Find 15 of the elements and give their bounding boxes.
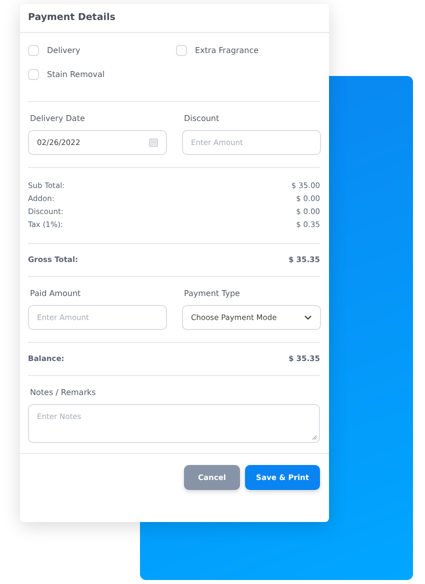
checkbox[interactable] [28,69,39,80]
field-label: Delivery Date [29,114,86,123]
field-label: Discount [183,114,220,123]
field-label: Notes / Remarks [29,388,97,397]
chevron-down-icon [304,315,312,320]
resize-handle-icon[interactable] [312,435,317,440]
field-label: Payment Type [183,289,241,298]
card-title: Payment Details [28,11,116,25]
checkbox-label: Extra Fragrance [195,46,259,55]
calendar-icon[interactable] [149,138,158,147]
checkbox-label: Stain Removal [47,70,105,79]
checkbox[interactable] [28,45,39,56]
field-label: Paid Amount [29,289,82,298]
checkbox[interactable] [176,45,187,56]
checkbox-label: Delivery [47,46,80,55]
